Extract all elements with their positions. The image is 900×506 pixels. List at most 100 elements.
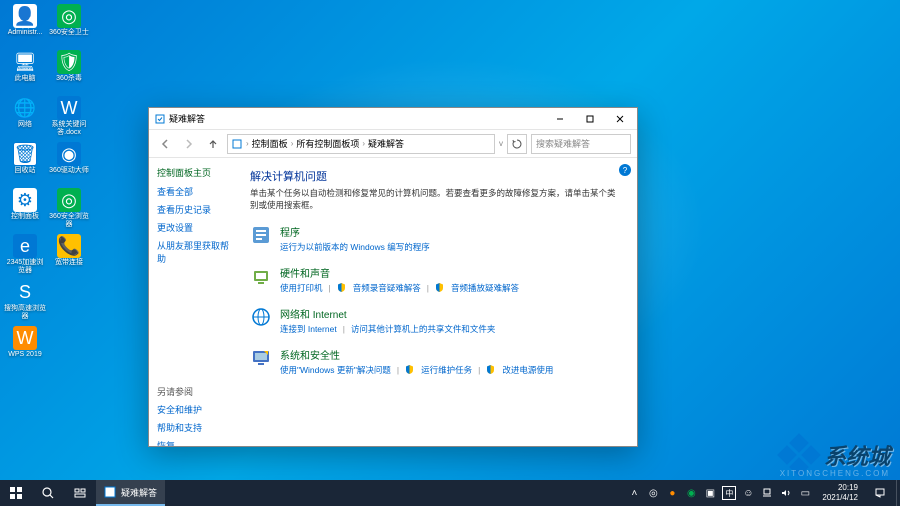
- desktop-icon-glyph: S: [13, 280, 37, 304]
- sidebar-seealso-link[interactable]: 恢复: [157, 439, 236, 446]
- category-item: 网络和 Internet 连接到 Internet|访问其他计算机上的共享文件和…: [250, 306, 623, 335]
- category-title[interactable]: 程序: [280, 224, 623, 239]
- sidebar-seealso-link[interactable]: 帮助和支持: [157, 421, 236, 434]
- help-button[interactable]: ?: [619, 164, 631, 176]
- sidebar-link[interactable]: 更改设置: [157, 221, 236, 234]
- nav-refresh-button[interactable]: [507, 134, 527, 154]
- category-title[interactable]: 硬件和声音: [280, 265, 623, 280]
- close-button[interactable]: [605, 109, 635, 129]
- desktop-icon-label: 360杀毒: [56, 75, 82, 83]
- start-button[interactable]: [0, 480, 32, 506]
- show-desktop-button[interactable]: [896, 480, 900, 506]
- category-link[interactable]: 运行维护任务: [421, 364, 472, 376]
- taskbar: 疑难解答 ˄ ◎ ● ◉ ▣ 中 ☺ ▭ 20:19 2021/4/12: [0, 480, 900, 506]
- tray-network-icon[interactable]: [760, 486, 774, 500]
- desktop-icon[interactable]: 🖥此电脑: [4, 50, 46, 96]
- desktop-icon[interactable]: S搜狗高速浏览器: [4, 280, 46, 326]
- sidebar-link[interactable]: 查看历史记录: [157, 203, 236, 216]
- category-icon: [250, 224, 272, 246]
- content-heading: 解决计算机问题: [250, 168, 623, 184]
- troubleshoot-window: 疑难解答: [148, 107, 638, 447]
- tray-ime-mode-icon[interactable]: ☺: [741, 486, 755, 500]
- desktop-icon-label: 回收站: [15, 167, 36, 175]
- maximize-button[interactable]: [575, 109, 605, 129]
- system-tray: ˄ ◎ ● ◉ ▣ 中 ☺ ▭: [623, 486, 816, 500]
- taskview-button[interactable]: [64, 480, 96, 506]
- desktop-icon-label: 控制面板: [11, 213, 39, 221]
- desktop-icon[interactable]: ◎360安全浏览器: [48, 188, 90, 234]
- sidebar-home-link[interactable]: 控制面板主页: [157, 166, 236, 179]
- desktop-icon[interactable]: 🌐网络: [4, 96, 46, 142]
- sidebar-seealso-link[interactable]: 安全和维护: [157, 403, 236, 416]
- category-title[interactable]: 网络和 Internet: [280, 306, 623, 321]
- tray-ime-icon[interactable]: 中: [722, 486, 736, 500]
- category-link[interactable]: 音频录音疑难解答: [353, 282, 421, 294]
- taskbar-clock[interactable]: 20:19 2021/4/12: [816, 483, 864, 502]
- minimize-button[interactable]: [545, 109, 575, 129]
- breadcrumb[interactable]: › 控制面板 › 所有控制面板项 › 疑难解答: [227, 134, 495, 154]
- desktop-icon[interactable]: ◉360驱动大师: [48, 142, 90, 188]
- nav-up-button[interactable]: [203, 134, 223, 154]
- breadcrumb-item[interactable]: 控制面板: [252, 137, 288, 150]
- desktop-icon-glyph: 📞: [57, 234, 81, 258]
- notification-button[interactable]: [864, 480, 896, 506]
- category-item: 硬件和声音 使用打印机|音频录音疑难解答|音频播放疑难解答: [250, 265, 623, 294]
- desktop-icon[interactable]: e2345加速浏览器: [4, 234, 46, 280]
- desktop-icon[interactable]: ◎360安全卫士: [48, 4, 90, 50]
- tray-app-icon[interactable]: ◎: [646, 486, 660, 500]
- desktop-icon-glyph: ◎: [57, 188, 81, 212]
- tray-app-icon[interactable]: ◉: [684, 486, 698, 500]
- desktop-icon[interactable]: 🛡360杀毒: [48, 50, 90, 96]
- category-link[interactable]: 运行为以前版本的 Windows 编写的程序: [280, 241, 430, 253]
- content-desc: 单击某个任务以自动检测和修复常见的计算机问题。若要查看更多的故障修复方案，请单击…: [250, 188, 623, 212]
- sidebar-link[interactable]: 从朋友那里获取帮助: [157, 239, 236, 265]
- tray-keyboard-icon[interactable]: ▭: [798, 486, 812, 500]
- category-icon: [250, 347, 272, 369]
- clock-date: 2021/4/12: [822, 493, 858, 503]
- desktop-icon-label: 2345加速浏览器: [4, 259, 46, 274]
- sidebar-link[interactable]: 查看全部: [157, 185, 236, 198]
- breadcrumb-item[interactable]: 所有控制面板项: [296, 137, 359, 150]
- desktop-icon[interactable]: W系统关键问答.docx: [48, 96, 90, 142]
- content-area: ? 解决计算机问题 单击某个任务以自动检测和修复常见的计算机问题。若要查看更多的…: [244, 158, 637, 446]
- search-placeholder: 搜索疑难解答: [536, 137, 590, 150]
- tray-volume-icon[interactable]: [779, 486, 793, 500]
- category-link[interactable]: 使用打印机: [280, 282, 323, 294]
- desktop-icon-label: WPS 2019: [8, 351, 41, 359]
- search-input[interactable]: 搜索疑难解答: [531, 134, 631, 154]
- uac-shield-icon: [405, 365, 414, 374]
- desktop-icon-glyph: 🖥: [13, 50, 37, 74]
- category-title[interactable]: 系统和安全性: [280, 347, 623, 362]
- tray-app-icon[interactable]: ▣: [703, 486, 717, 500]
- category-icon: [250, 306, 272, 328]
- category-link[interactable]: 改进电源使用: [502, 364, 553, 376]
- desktop-icon-glyph: ⚙: [13, 188, 37, 212]
- desktop-icon-label: 360安全浏览器: [48, 213, 90, 228]
- desktop-icon[interactable]: ⚙控制面板: [4, 188, 46, 234]
- desktop-icon-label: 网络: [18, 121, 32, 129]
- breadcrumb-item[interactable]: 疑难解答: [368, 137, 404, 150]
- category-link[interactable]: 音频播放疑难解答: [451, 282, 519, 294]
- nav-back-button[interactable]: [155, 134, 175, 154]
- titlebar[interactable]: 疑难解答: [149, 108, 637, 130]
- desktop-icon[interactable]: 🗑回收站: [4, 142, 46, 188]
- uac-shield-icon: [435, 283, 444, 292]
- desktop-icon-label: 搜狗高速浏览器: [4, 305, 46, 320]
- tray-chevron-icon[interactable]: ˄: [627, 486, 641, 500]
- nav-forward-button[interactable]: [179, 134, 199, 154]
- navbar: › 控制面板 › 所有控制面板项 › 疑难解答 v 搜索疑难解答: [149, 130, 637, 158]
- desktop-icon[interactable]: 📞宽带连接: [48, 234, 90, 280]
- taskbar-task-troubleshoot[interactable]: 疑难解答: [96, 480, 165, 506]
- category-item: 程序 运行为以前版本的 Windows 编写的程序: [250, 224, 623, 253]
- task-icon: [104, 486, 116, 498]
- watermark-url: XITONGCHENG.COM: [780, 469, 890, 478]
- desktop-icon[interactable]: 👤Administr...: [4, 4, 46, 50]
- category-link[interactable]: 访问其他计算机上的共享文件和文件夹: [351, 323, 496, 335]
- category-link[interactable]: 使用"Windows 更新"解决问题: [280, 364, 391, 376]
- sidebar: 控制面板主页 查看全部查看历史记录更改设置从朋友那里获取帮助 另请参阅 安全和维…: [149, 158, 244, 446]
- window-title: 疑难解答: [169, 112, 545, 125]
- desktop-icon[interactable]: WWPS 2019: [4, 326, 46, 372]
- category-link[interactable]: 连接到 Internet: [280, 323, 337, 335]
- search-button[interactable]: [32, 480, 64, 506]
- tray-app-icon[interactable]: ●: [665, 486, 679, 500]
